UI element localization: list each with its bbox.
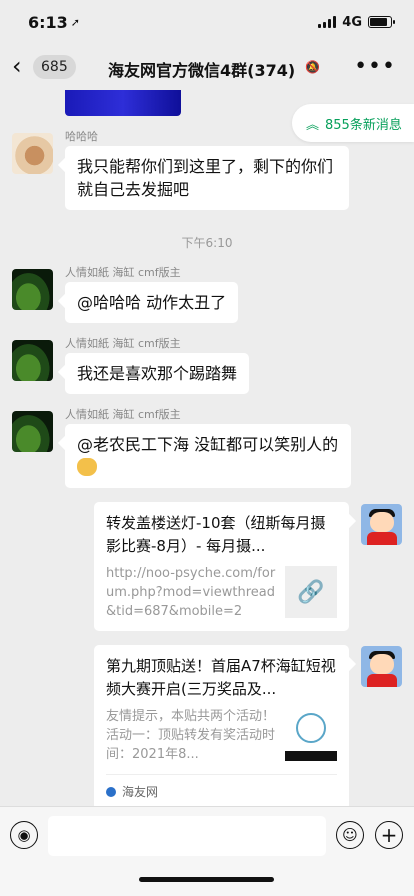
sender-name: 人情如紙 海缸 cmf版主 xyxy=(65,408,181,421)
link-chain-icon: 🔗 xyxy=(285,566,337,618)
link-card-title: 转发盖楼送灯-10套（纽斯每月摄影比赛-8月）- 每月摄... xyxy=(106,514,326,555)
timestamp: 下午6:10 xyxy=(181,236,233,250)
avatar[interactable] xyxy=(12,340,53,381)
link-card-thumbnail xyxy=(285,709,338,761)
site-logo-icon xyxy=(106,786,116,797)
link-card[interactable]: 转发盖楼送灯-10套（纽斯每月摄影比赛-8月）- 每月摄... http://n… xyxy=(94,502,349,631)
emoji-icon[interactable]: ☺ xyxy=(336,821,364,849)
chat-header: ‹ 685 海友网官方微信4群(374) 🔕 ••• xyxy=(0,44,414,90)
cat-emoji-icon xyxy=(77,458,97,476)
battery-icon xyxy=(368,16,395,28)
new-messages-button[interactable]: ︽ 855条新消息 xyxy=(292,104,414,142)
home-indicator xyxy=(139,877,274,882)
message-input[interactable] xyxy=(48,816,326,856)
voice-input-icon[interactable]: ◉ xyxy=(10,821,38,849)
input-bar: ◉ ☺ + xyxy=(0,806,414,896)
plus-icon[interactable]: + xyxy=(375,821,403,849)
double-chevron-up-icon: ︽ xyxy=(306,117,320,133)
location-arrow-icon: ➚ xyxy=(70,15,81,29)
network-type: 4G xyxy=(342,14,362,30)
status-bar: 6:13 ➚ 4G xyxy=(0,0,414,44)
more-options-icon[interactable]: ••• xyxy=(354,54,396,79)
avatar[interactable] xyxy=(12,269,53,310)
sender-name: 人情如紙 海缸 cmf版主 xyxy=(65,266,181,279)
signal-bars-icon xyxy=(318,16,337,28)
back-chevron-icon[interactable]: ‹ xyxy=(12,54,22,78)
mute-bell-icon: 🔕 xyxy=(305,60,320,74)
message-bubble[interactable]: 我还是喜欢那个踢踏舞 xyxy=(65,353,250,394)
message-text: @老农民工下海 没缸都可以笑别人的 xyxy=(77,435,339,454)
link-card-description: http://noo-psyche.com/forum.php?mod=view… xyxy=(106,566,276,619)
status-time: 6:13 xyxy=(28,12,68,32)
message-bubble[interactable]: @老农民工下海 没缸都可以笑别人的 xyxy=(65,424,351,488)
unread-count-badge[interactable]: 685 xyxy=(33,55,76,79)
avatar[interactable] xyxy=(361,646,402,687)
link-card-source-name: 海友网 xyxy=(122,785,159,799)
chat-title: 海友网官方微信4群(374) xyxy=(108,61,296,80)
message-bubble[interactable]: 我只能帮你们到这里了，剩下的你们就自己去发掘吧 xyxy=(65,146,349,210)
message-list[interactable]: ︽ 855条新消息 哈哈哈 我只能帮你们到这里了，剩下的你们就自己去发掘吧 下午… xyxy=(0,90,414,806)
avatar[interactable] xyxy=(12,133,53,174)
sender-name: 哈哈哈 xyxy=(65,130,98,143)
avatar[interactable] xyxy=(361,504,402,545)
avatar[interactable] xyxy=(12,411,53,452)
link-card-title: 第九期顶贴送！首届A7杯海缸短视频大赛开启(三万奖品及... xyxy=(106,657,336,698)
link-card-source: 海友网 xyxy=(106,774,337,800)
message-bubble[interactable]: @哈哈哈 动作太丑了 xyxy=(65,282,239,323)
new-messages-label: 855条新消息 xyxy=(325,117,402,133)
sender-name: 人情如紙 海缸 cmf版主 xyxy=(65,337,181,350)
image-message-partial[interactable] xyxy=(65,90,181,116)
link-card-description: 友情提示，本贴共两个活动！活动一：顶贴转发有奖活动时间：2021年8... xyxy=(106,709,276,762)
battery-fill xyxy=(370,18,387,26)
link-card[interactable]: 第九期顶贴送！首届A7杯海缸短视频大赛开启(三万奖品及... 友情提示，本贴共两… xyxy=(94,645,349,806)
